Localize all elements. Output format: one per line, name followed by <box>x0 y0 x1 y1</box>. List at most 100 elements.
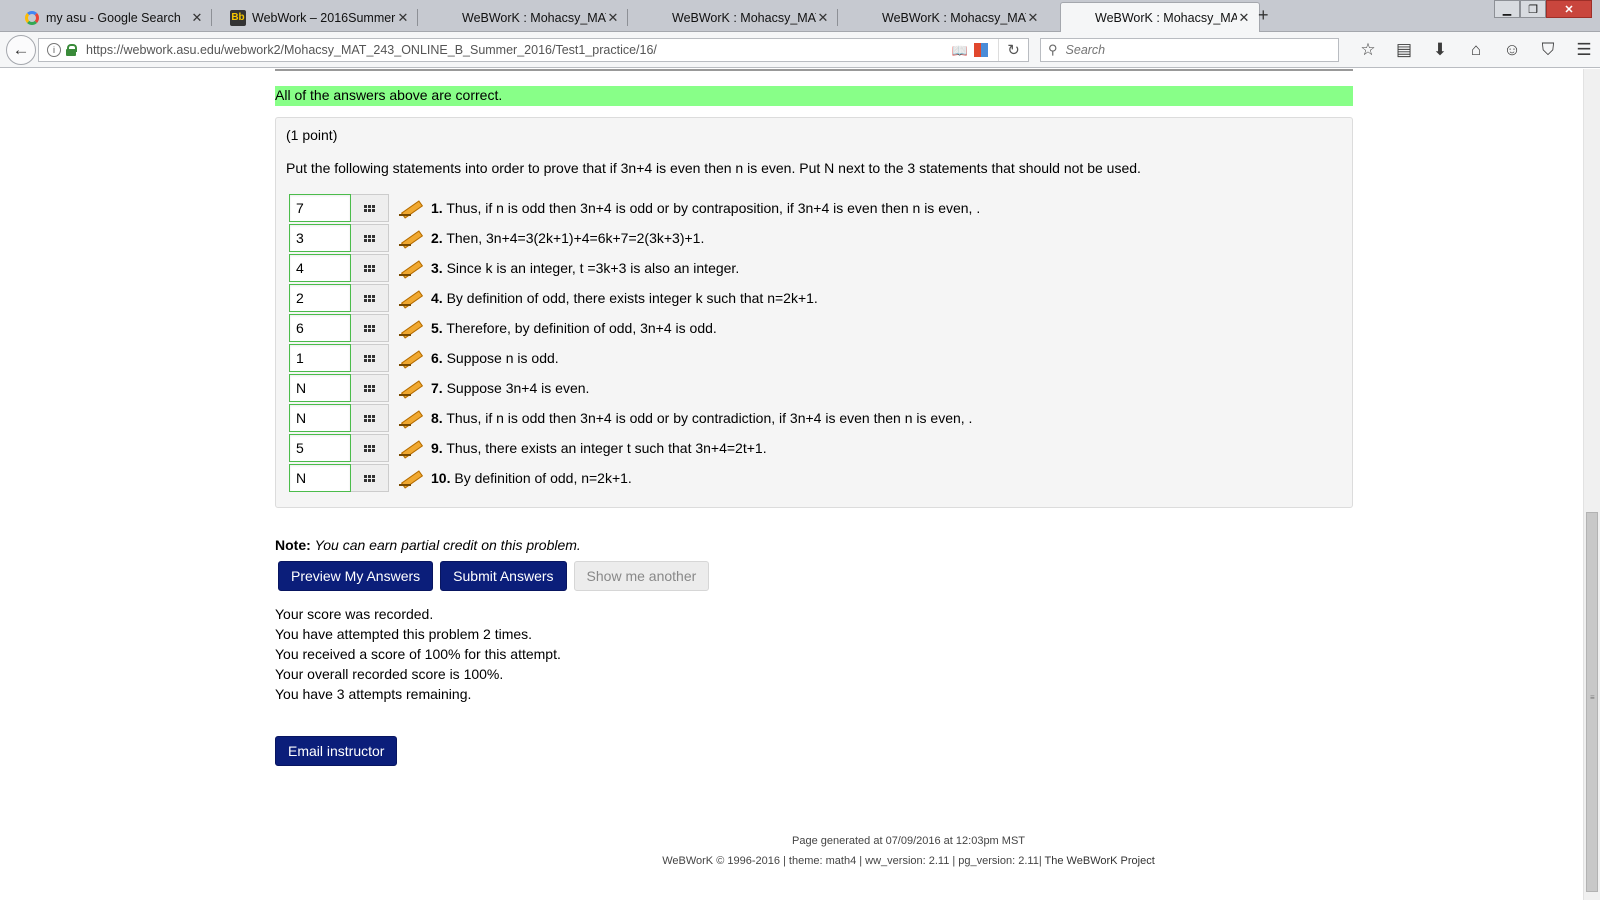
answer-input[interactable] <box>289 254 351 282</box>
grid-palette-icon[interactable] <box>351 254 389 282</box>
pencil-icon[interactable] <box>399 227 421 249</box>
menu-icon[interactable]: ☰ <box>1566 39 1600 61</box>
address-bar[interactable]: i https://webwork.asu.edu/webwork2/Mohac… <box>38 38 1029 62</box>
grid-palette-icon[interactable] <box>351 284 389 312</box>
statement-row: 2. Then, 3n+4=3(2k+1)+4=6k+7=2(3k+3)+1. <box>289 223 980 253</box>
browser-tab[interactable]: WeBWorK : Mohacsy_MAT... ✕ <box>848 3 1048 32</box>
vertical-scrollbar[interactable]: ≡ <box>1583 69 1600 900</box>
grid-palette-icon[interactable] <box>351 434 389 462</box>
preview-answers-button[interactable]: Preview My Answers <box>278 561 434 591</box>
browser-tab[interactable]: WeBWorK : Mohacsy_MAT... ✕ <box>428 3 628 32</box>
status-line: You have 3 attempts remaining. <box>275 686 472 702</box>
page-viewport: All of the answers above are correct. (1… <box>0 69 1583 900</box>
grid-palette-icon[interactable] <box>351 224 389 252</box>
problem-box: (1 point) Put the following statements i… <box>275 117 1353 508</box>
info-icon[interactable]: i <box>47 43 61 57</box>
minimize-icon[interactable]: ▁ <box>1494 0 1520 18</box>
pencil-icon[interactable] <box>399 257 421 279</box>
close-tab-icon[interactable]: ✕ <box>1026 10 1040 26</box>
blackboard-icon: Bb <box>230 9 246 26</box>
grid-palette-icon[interactable] <box>351 314 389 342</box>
search-bar[interactable]: ⚲ <box>1040 38 1339 62</box>
home-icon[interactable]: ⌂ <box>1458 39 1494 61</box>
grid-palette-icon[interactable] <box>351 344 389 372</box>
new-tab-icon[interactable]: + <box>1258 5 1269 26</box>
note-label: Note: <box>275 537 311 553</box>
grid-palette-icon[interactable] <box>351 404 389 432</box>
reading-list-icon[interactable]: ▤ <box>1386 39 1422 61</box>
submit-answers-button[interactable]: Submit Answers <box>440 561 567 591</box>
answer-input[interactable] <box>289 314 351 342</box>
statement-number: 4. <box>431 290 443 306</box>
browser-tab-active[interactable]: WeBWorK : Mohacsy_MAT... ✕ <box>1060 2 1260 33</box>
answer-input[interactable] <box>289 374 351 402</box>
bookmark-star-icon[interactable]: ☆ <box>1350 39 1386 61</box>
problem-prompt: Put the following statements into order … <box>286 160 1141 176</box>
statement-body: Since k is an integer, t =3k+3 is also a… <box>446 260 740 276</box>
statement-row: 4. By definition of odd, there exists in… <box>289 283 980 313</box>
close-tab-icon[interactable]: ✕ <box>606 10 620 26</box>
statement-row: 9. Thus, there exists an integer t such … <box>289 433 980 463</box>
blank-page-icon <box>1073 10 1089 26</box>
back-arrow-icon[interactable]: ← <box>6 35 36 65</box>
pencil-icon[interactable] <box>399 317 421 339</box>
extension-icon[interactable] <box>974 43 988 57</box>
blank-page-icon <box>860 10 876 26</box>
close-tab-icon[interactable]: ✕ <box>190 10 204 26</box>
answer-input[interactable] <box>289 284 351 312</box>
blank-page-icon <box>440 10 456 26</box>
pencil-icon[interactable] <box>399 347 421 369</box>
statement-number: 1. <box>431 200 443 216</box>
footer-generated: Page generated at 07/09/2016 at 12:03pm … <box>792 835 1025 847</box>
statement-row: 6. Suppose n is odd. <box>289 343 980 373</box>
statement-text: 1. Thus, if n is odd then 3n+4 is odd or… <box>431 200 980 216</box>
chat-icon[interactable]: ☺ <box>1494 39 1530 61</box>
answer-input[interactable] <box>289 194 351 222</box>
statement-number: 6. <box>431 350 443 366</box>
lock-icon[interactable] <box>66 44 77 56</box>
answer-input[interactable] <box>289 224 351 252</box>
pencil-icon[interactable] <box>399 407 421 429</box>
answer-input[interactable] <box>289 434 351 462</box>
download-icon[interactable]: ⬇ <box>1422 39 1458 61</box>
statement-row: 8. Thus, if n is odd then 3n+4 is odd or… <box>289 403 980 433</box>
grid-palette-icon[interactable] <box>351 464 389 492</box>
statement-number: 2. <box>431 230 443 246</box>
reload-icon[interactable]: ↻ <box>998 39 1028 61</box>
search-input[interactable] <box>1063 42 1304 58</box>
pocket-icon[interactable]: ⛉ <box>1530 39 1566 61</box>
answer-input[interactable] <box>289 404 351 432</box>
tab-title: WeBWorK : Mohacsy_MAT... <box>672 10 816 25</box>
footer-version-text: WeBWorK © 1996-2016 | theme: math4 | ww_… <box>662 855 1042 867</box>
tab-title: WeBWorK : Mohacsy_MAT... <box>462 10 606 25</box>
show-another-button: Show me another <box>573 561 710 591</box>
pencil-icon[interactable] <box>399 437 421 459</box>
pencil-icon[interactable] <box>399 377 421 399</box>
grid-palette-icon[interactable] <box>351 374 389 402</box>
reader-view-icon[interactable]: 📖 <box>952 43 968 59</box>
url-text[interactable]: https://webwork.asu.edu/webwork2/Mohacsy… <box>86 43 657 57</box>
browser-tab[interactable]: Bb WebWork – 2016SummerB... ✕ <box>218 3 418 32</box>
browser-tab[interactable]: my asu - Google Search ✕ <box>12 3 212 32</box>
browser-tab[interactable]: WeBWorK : Mohacsy_MAT... ✕ <box>638 3 838 32</box>
toolbar-icons: ☆ ▤ ⬇ ⌂ ☺ ⛉ ☰ <box>1350 39 1600 61</box>
scrollbar-thumb[interactable]: ≡ <box>1586 512 1598 892</box>
statement-body: By definition of odd, there exists integ… <box>446 290 818 306</box>
answer-input[interactable] <box>289 464 351 492</box>
statement-text: 6. Suppose n is odd. <box>431 350 559 366</box>
webwork-project-link[interactable]: The WeBWorK Project <box>1042 855 1155 867</box>
close-tab-icon[interactable]: ✕ <box>396 10 410 26</box>
email-instructor-button[interactable]: Email instructor <box>275 736 398 766</box>
statement-body: Thus, if n is odd then 3n+4 is odd or by… <box>446 410 973 426</box>
statement-number: 3. <box>431 260 443 276</box>
pencil-icon[interactable] <box>399 467 421 489</box>
pencil-icon[interactable] <box>399 197 421 219</box>
restore-icon[interactable]: ❐ <box>1520 0 1546 18</box>
close-tab-icon[interactable]: ✕ <box>1237 10 1251 26</box>
window-close-icon[interactable]: ✕ <box>1546 0 1592 18</box>
close-tab-icon[interactable]: ✕ <box>816 10 830 26</box>
grid-palette-icon[interactable] <box>351 194 389 222</box>
tab-strip: my asu - Google Search ✕ Bb WebWork – 20… <box>0 0 1600 33</box>
pencil-icon[interactable] <box>399 287 421 309</box>
answer-input[interactable] <box>289 344 351 372</box>
